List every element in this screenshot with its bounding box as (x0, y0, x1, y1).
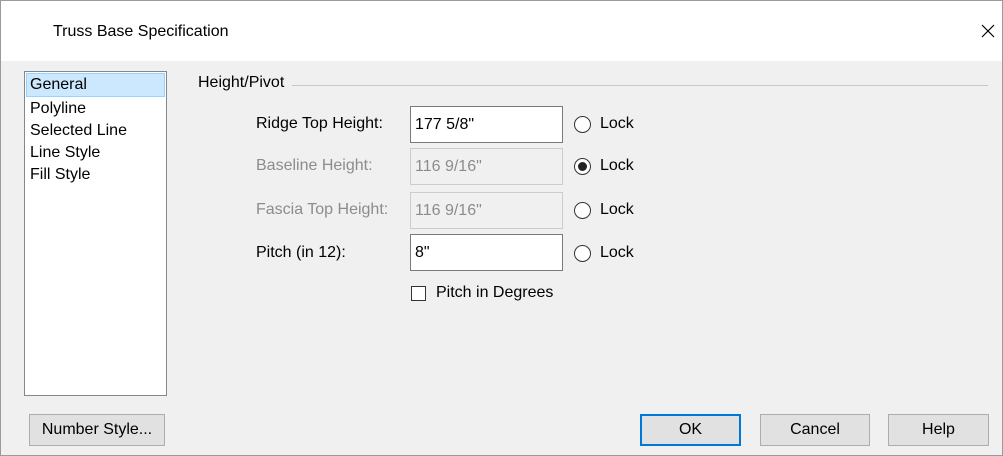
lock-label: Lock (600, 115, 634, 132)
title-bar: Truss Base Specification (1, 1, 1002, 61)
window-title: Truss Base Specification (53, 23, 229, 40)
group-divider (198, 85, 988, 86)
lock-label: Lock (600, 244, 634, 261)
fascia-top-height-input[interactable]: 116 9/16" (410, 192, 563, 229)
sidebar-item-label: Line Style (30, 144, 101, 161)
radio-unchecked-icon (574, 201, 591, 219)
close-button[interactable] (974, 13, 1002, 49)
pitch-in-degrees-label: Pitch in Degrees (436, 284, 554, 301)
ridge-top-height-input[interactable]: 177 5/8" (410, 106, 563, 143)
pitch-input[interactable]: 8" (410, 234, 563, 271)
radio-unchecked-icon (574, 244, 591, 262)
sidebar-item-label: Selected Line (30, 122, 127, 139)
pitch-label: Pitch (in 12): (256, 244, 346, 261)
baseline-height-input[interactable]: 116 9/16" (410, 148, 563, 185)
help-button-label: Help (922, 421, 955, 438)
cancel-button[interactable]: Cancel (760, 414, 870, 446)
sidebar-item-fill-style[interactable]: Fill Style (25, 164, 166, 186)
fascia-top-height-label: Fascia Top Height: (256, 201, 389, 218)
help-button[interactable]: Help (888, 414, 989, 446)
sidebar-item-line-style[interactable]: Line Style (25, 142, 166, 164)
sidebar-item-selected-line[interactable]: Selected Line (25, 120, 166, 142)
sidebar-item-label: Fill Style (30, 166, 91, 183)
cancel-button-label: Cancel (790, 421, 840, 438)
ok-button-label: OK (678, 421, 703, 438)
group-title: Height/Pivot (198, 74, 293, 92)
pitch-in-degrees-checkbox[interactable]: Pitch in Degrees (411, 284, 553, 302)
pitch-lock-radio[interactable]: Lock (574, 244, 634, 262)
sidebar-item-general[interactable]: General (26, 73, 165, 97)
sidebar-item-label: General (30, 76, 87, 93)
ridge-top-height-lock-radio[interactable]: Lock (574, 115, 634, 133)
sidebar-item-label: Polyline (30, 100, 87, 117)
fascia-top-height-lock-radio[interactable]: Lock (574, 201, 634, 219)
ridge-top-height-label: Ridge Top Height: (256, 115, 383, 132)
number-style-button-label: Number Style... (41, 421, 153, 438)
close-icon (981, 24, 995, 38)
radio-unchecked-icon (574, 115, 591, 133)
lock-label: Lock (600, 157, 634, 174)
lock-label: Lock (600, 201, 634, 218)
ok-button[interactable]: OK (640, 414, 741, 446)
category-list[interactable]: General Polyline Selected Line Line Styl… (24, 71, 167, 396)
checkbox-unchecked-icon (411, 285, 426, 301)
dialog-window: Truss Base Specification General Polylin… (0, 0, 1003, 456)
number-style-button[interactable]: Number Style... (29, 414, 165, 446)
baseline-height-lock-radio[interactable]: Lock (574, 157, 634, 175)
radio-checked-icon (574, 157, 591, 175)
sidebar-item-polyline[interactable]: Polyline (25, 98, 166, 120)
baseline-height-label: Baseline Height: (256, 157, 373, 174)
